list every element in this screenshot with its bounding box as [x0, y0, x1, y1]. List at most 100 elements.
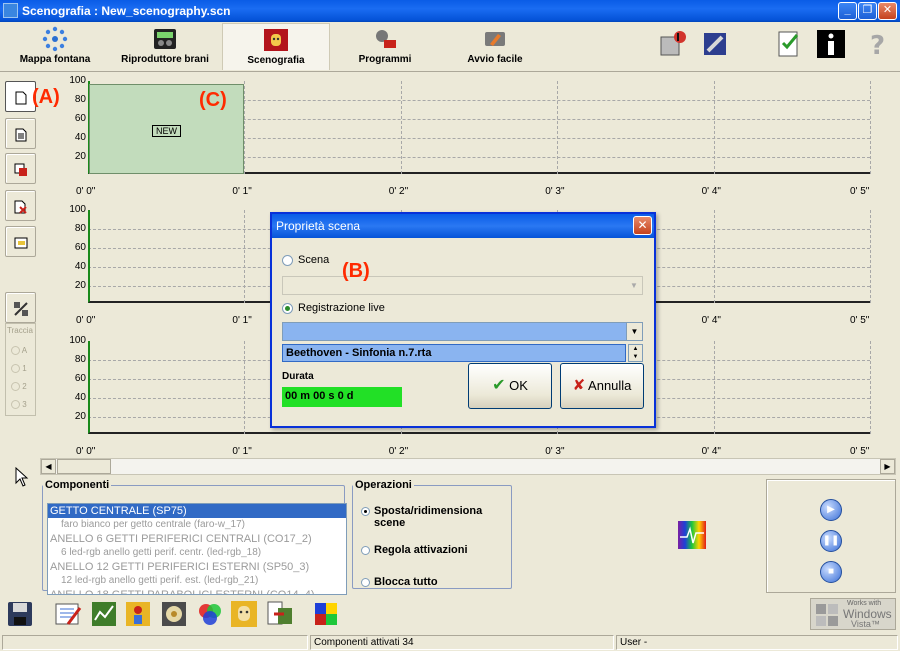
tab-programmi[interactable]: Programmi: [340, 23, 430, 70]
maximize-button[interactable]: ❐: [858, 2, 877, 20]
pause-icon[interactable]: ❚❚: [820, 530, 842, 552]
x-tick-label: 0' 1": [232, 446, 252, 457]
dropdown-arrow-icon[interactable]: ▼: [626, 323, 642, 340]
person-icon[interactable]: [124, 600, 152, 628]
option-label: Regola attivazioni: [374, 544, 468, 556]
radio-icon: [361, 545, 370, 555]
y-tick-label: 80: [74, 354, 86, 365]
tab-riproduttore-brani[interactable]: Riproduttore brani: [112, 23, 218, 70]
list-item[interactable]: ANELLO 12 GETTI PERIFERICI ESTERNI (SP50…: [48, 560, 346, 574]
scroll-right-arrow-icon[interactable]: ▶: [880, 459, 895, 474]
x-tick-label: 0' 4": [701, 315, 721, 326]
traccia-option-1[interactable]: 1: [11, 364, 27, 374]
new-page-icon: [15, 91, 26, 105]
tab-avvio-facile[interactable]: Avvio facile: [448, 23, 542, 70]
componenti-panel: Componenti GETTO CENTRALE (SP75) faro bia…: [42, 479, 347, 595]
list-item[interactable]: ANELLO 6 GETTI PERIFERICI CENTRALI (CO17…: [48, 532, 346, 546]
y-tick-label: 20: [74, 411, 86, 422]
play-icon[interactable]: ▶: [820, 499, 842, 521]
help-icon[interactable]: ?: [862, 29, 892, 59]
scroll-left-arrow-icon[interactable]: ◀: [41, 459, 56, 474]
option-sposta-ridimensiona[interactable]: Sposta/ridimensiona scene: [361, 505, 482, 529]
tab-label: Mappa fontana: [19, 54, 91, 65]
media-player-icon: [154, 29, 176, 49]
marker-a: (A): [32, 86, 60, 108]
scene-properties-button[interactable]: [5, 226, 36, 257]
timeline-scrollbar[interactable]: ◀ ▶: [40, 458, 896, 475]
delete-scene-button[interactable]: [5, 190, 36, 221]
dialog-title: Proprietà scena: [276, 219, 361, 233]
marker-c: (C): [199, 89, 227, 111]
main-toolbar: Mappa fontana Riproduttore brani Scenogr…: [0, 22, 900, 72]
radio-registrazione-live[interactable]: Registrazione live: [282, 302, 385, 314]
scenography-icon[interactable]: [230, 600, 258, 628]
scene-colors-button[interactable]: [5, 153, 36, 184]
ok-button[interactable]: ✔ OK: [468, 363, 552, 409]
status-cell-empty: [2, 635, 308, 650]
windows-logo-icon: [816, 604, 838, 626]
color-wheel-icon[interactable]: [196, 600, 224, 628]
traccia-option-a[interactable]: A: [11, 346, 27, 356]
scroll-thumb[interactable]: [57, 459, 111, 474]
cancel-button[interactable]: ✘ Annulla: [560, 363, 644, 409]
graph-icon[interactable]: [90, 600, 118, 628]
fountain-map-icon: [42, 26, 68, 52]
status-user: User -: [616, 635, 898, 650]
tab-label: Riproduttore brani: [121, 54, 209, 65]
tab-mappa-fontana[interactable]: Mappa fontana: [8, 23, 102, 70]
cube-icon[interactable]: [312, 600, 340, 628]
windows-vista-badge: Works with Windows Vista™: [810, 598, 896, 630]
list-spinner[interactable]: ▲ ▼: [628, 344, 643, 362]
dropdown-arrow-icon[interactable]: ▼: [626, 277, 642, 294]
durata-value[interactable]: 00 m 00 s 0 d: [282, 387, 402, 407]
list-item[interactable]: ANELLO 18 GETTI PARABOLICI ESTERNI (CO14…: [48, 588, 346, 594]
flower-icon[interactable]: [160, 600, 188, 628]
dialog-title-bar[interactable]: Proprietà scena: [272, 214, 654, 238]
scene-select[interactable]: ▼: [282, 276, 643, 295]
minimize-button[interactable]: _: [838, 2, 857, 20]
option-blocca-tutto[interactable]: Blocca tutto: [361, 576, 438, 588]
y-tick-label: 100: [69, 204, 86, 215]
tab-scenografia[interactable]: Scenografia: [222, 23, 330, 70]
list-item[interactable]: 12 led-rgb anello getti perif. est. (led…: [48, 574, 346, 588]
info-icon[interactable]: [816, 29, 846, 59]
traccia-option-3[interactable]: 3: [11, 400, 27, 410]
checklist-icon[interactable]: [774, 29, 804, 59]
componenti-list[interactable]: GETTO CENTRALE (SP75) faro bianco per get…: [47, 503, 347, 595]
radio-icon: [11, 400, 20, 410]
x-icon: ✘: [572, 377, 586, 394]
x-tick-label: 0' 3": [545, 186, 565, 197]
radio-icon: [11, 364, 20, 374]
pointer-cursor-icon[interactable]: [15, 467, 29, 487]
option-regola-attivazioni[interactable]: Regola attivazioni: [361, 544, 468, 556]
music-settings-icon[interactable]: [658, 29, 688, 59]
cancel-label: Annulla: [588, 378, 632, 393]
grid-line: [244, 81, 246, 174]
list-item[interactable]: 6 led-rgb anello getti perif. centr. (le…: [48, 546, 346, 560]
traccia-option-2[interactable]: 2: [11, 382, 27, 392]
dialog-close-icon[interactable]: ✕: [633, 216, 652, 235]
export-icon[interactable]: [266, 600, 294, 628]
track-select[interactable]: ▼: [282, 322, 643, 341]
radio-scena[interactable]: Scena: [282, 254, 329, 266]
list-item[interactable]: GETTO CENTRALE (SP75): [48, 504, 346, 518]
config-icon[interactable]: [700, 29, 730, 59]
y-tick-label: 40: [74, 392, 86, 403]
track-list-selected[interactable]: Beethoven - Sinfonia n.7.rta: [282, 344, 626, 362]
option-label-line2: scene: [374, 517, 406, 529]
grid-line: [244, 341, 246, 434]
close-button[interactable]: ✕: [878, 2, 897, 20]
durata-label: Durata: [282, 371, 314, 382]
edit-sheet-icon[interactable]: [54, 600, 82, 628]
save-icon[interactable]: [6, 600, 34, 628]
edit-scene-button[interactable]: [5, 118, 36, 149]
y-tick-label: 60: [74, 242, 86, 253]
radio-label: Scena: [298, 254, 330, 266]
stop-icon[interactable]: ■: [820, 561, 842, 583]
tracks-button[interactable]: [5, 292, 36, 323]
x-tick-label: 0' 2": [388, 446, 409, 457]
y-tick-label: 100: [69, 335, 86, 346]
list-item[interactable]: faro bianco per getto centrale (faro-w_1…: [48, 518, 346, 532]
x-tick-label: 0' 4": [701, 446, 721, 457]
spectrum-icon[interactable]: [678, 521, 706, 549]
